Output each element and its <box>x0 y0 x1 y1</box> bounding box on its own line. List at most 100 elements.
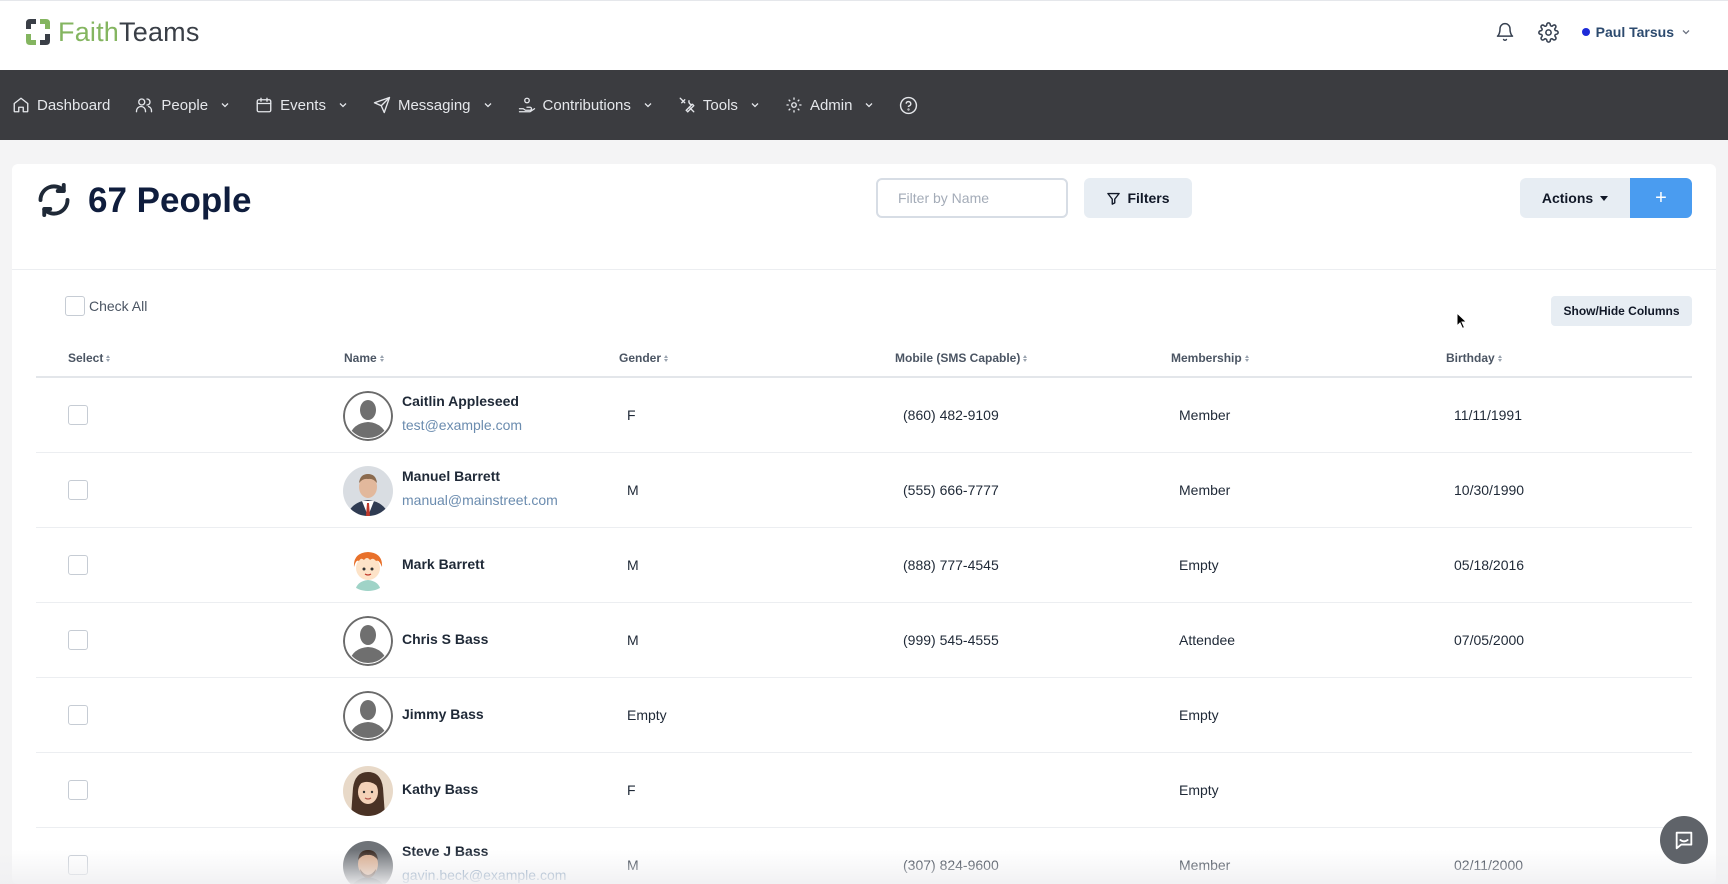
chevron-down-icon <box>866 103 873 108</box>
nav-dashboard-label: Dashboard <box>37 96 111 114</box>
header-name[interactable]: Name <box>344 351 384 365</box>
avatar[interactable] <box>343 466 393 516</box>
nav-contributions[interactable]: Contributions <box>518 96 654 114</box>
person-email[interactable]: test@example.com <box>402 417 522 433</box>
header-birthday-label: Birthday <box>1446 351 1495 365</box>
table-row[interactable]: Manuel Barrett manual@mainstreet.com M (… <box>36 453 1692 528</box>
table-row[interactable]: Kathy Bass F Empty <box>36 753 1692 828</box>
refresh-icon[interactable] <box>36 182 76 222</box>
sort-icon <box>664 354 669 362</box>
checkbox[interactable] <box>65 296 85 316</box>
header-select-label: Select <box>68 351 104 365</box>
person-name[interactable]: Mark Barrett <box>402 556 484 572</box>
avatar[interactable] <box>343 841 393 884</box>
person-name[interactable]: Chris S Bass <box>402 631 488 647</box>
header-gender[interactable]: Gender <box>619 351 669 365</box>
person-email[interactable]: gavin.beck@example.com <box>402 867 566 883</box>
row-checkbox[interactable] <box>68 555 88 575</box>
gear-icon[interactable] <box>1538 21 1560 43</box>
people-card: 67 People Filters Actions + Check All Sh… <box>12 164 1716 884</box>
faithteams-logo[interactable]: FaithTeams <box>24 15 200 49</box>
header-membership-label: Membership <box>1171 351 1242 365</box>
header-membership[interactable]: Membership <box>1171 351 1249 365</box>
birthday-cell: 11/11/1991 <box>1454 407 1522 423</box>
header-mobile[interactable]: Mobile (SMS Capable) <box>895 351 1028 365</box>
header-birthday[interactable]: Birthday <box>1446 351 1502 365</box>
mobile-cell: (860) 482-9109 <box>903 407 999 423</box>
logo-text: FaithTeams <box>58 16 200 47</box>
birthday-cell: 05/18/2016 <box>1454 557 1525 573</box>
sort-icon <box>379 354 384 362</box>
filters-button[interactable]: Filters <box>1084 178 1192 218</box>
nav-dashboard[interactable]: Dashboard <box>12 96 110 114</box>
nav-admin-label: Admin <box>809 96 853 114</box>
check-all-label: Check All <box>89 298 148 314</box>
tools-icon <box>679 97 695 113</box>
membership-cell: Member <box>1179 407 1231 423</box>
nav-people[interactable]: People <box>134 96 231 114</box>
chat-icon <box>1675 831 1693 850</box>
membership-cell: Empty <box>1179 707 1219 723</box>
bell-icon[interactable] <box>1494 21 1516 43</box>
birthday-cell: 10/30/1990 <box>1454 482 1525 498</box>
row-checkbox[interactable] <box>68 480 88 500</box>
nav-events[interactable]: Events <box>255 96 349 114</box>
header-gender-label: Gender <box>619 351 662 365</box>
person-name[interactable]: Jimmy Bass <box>402 706 484 722</box>
person-email[interactable]: manual@mainstreet.com <box>402 492 558 508</box>
table-row[interactable]: Caitlin Appleseed test@example.com F (86… <box>36 378 1692 453</box>
table-row[interactable]: Mark Barrett M (888) 777-4545 Empty 05/1… <box>36 528 1692 603</box>
help-button[interactable] <box>899 96 918 115</box>
person-name[interactable]: Steve J Bass <box>402 843 488 859</box>
mobile-cell: (307) 824-9600 <box>903 857 999 873</box>
caret-down-icon <box>1600 195 1609 201</box>
avatar[interactable] <box>343 616 393 666</box>
membership-cell: Member <box>1179 857 1231 873</box>
actions-dropdown-button[interactable]: Actions <box>1520 178 1630 218</box>
nav-admin[interactable]: Admin <box>785 96 876 114</box>
nav-tools[interactable]: Tools <box>678 96 761 114</box>
avatar[interactable] <box>343 391 393 441</box>
header-name-label: Name <box>344 351 377 365</box>
avatar[interactable] <box>343 691 393 741</box>
nav-contributions-label: Contributions <box>542 96 631 114</box>
actions-label: Actions <box>1541 190 1594 206</box>
row-checkbox[interactable] <box>68 630 88 650</box>
chat-support-button[interactable] <box>1660 816 1708 864</box>
person-name[interactable]: Kathy Bass <box>402 781 478 797</box>
mouse-cursor-icon <box>1456 311 1468 335</box>
person-name[interactable]: Manuel Barrett <box>402 468 500 484</box>
nav-messaging[interactable]: Messaging <box>373 96 494 114</box>
birthday-cell: 02/11/2000 <box>1454 857 1524 873</box>
chevron-down-icon <box>1682 30 1690 35</box>
show-hide-columns-button[interactable]: Show/Hide Columns <box>1551 296 1692 326</box>
sort-icon <box>1023 354 1028 362</box>
birthday-cell: 07/05/2000 <box>1454 632 1525 648</box>
add-person-button[interactable]: + <box>1630 178 1692 218</box>
membership-cell: Member <box>1179 482 1231 498</box>
filter-by-name-input[interactable] <box>876 178 1068 218</box>
table-row[interactable]: Steve J Bass gavin.beck@example.com M (3… <box>36 828 1692 884</box>
row-checkbox[interactable] <box>68 855 88 875</box>
row-checkbox[interactable] <box>68 705 88 725</box>
gender-cell: M <box>627 857 639 873</box>
check-all-checkbox[interactable]: Check All <box>65 296 147 316</box>
table-row[interactable]: Jimmy Bass Empty Empty <box>36 678 1692 753</box>
avatar[interactable] <box>343 766 393 816</box>
question-circle-icon <box>900 96 918 114</box>
row-checkbox[interactable] <box>68 405 88 425</box>
table-row[interactable]: Chris S Bass M (999) 545-4555 Attendee 0… <box>36 603 1692 678</box>
row-checkbox[interactable] <box>68 780 88 800</box>
header-select[interactable]: Select <box>68 351 111 365</box>
online-status-dot <box>1581 28 1590 36</box>
chevron-down-icon <box>339 103 347 108</box>
nav-tools-label: Tools <box>702 96 738 114</box>
chevron-down-icon <box>751 103 759 108</box>
user-menu[interactable]: Paul Tarsus <box>1581 24 1692 40</box>
mobile-cell: (888) 777-4545 <box>903 557 999 573</box>
nav-messaging-label: Messaging <box>397 96 471 114</box>
mobile-cell: (999) 545-4555 <box>903 632 999 648</box>
people-icon <box>136 98 153 113</box>
avatar[interactable] <box>343 541 393 591</box>
person-name[interactable]: Caitlin Appleseed <box>402 393 519 409</box>
